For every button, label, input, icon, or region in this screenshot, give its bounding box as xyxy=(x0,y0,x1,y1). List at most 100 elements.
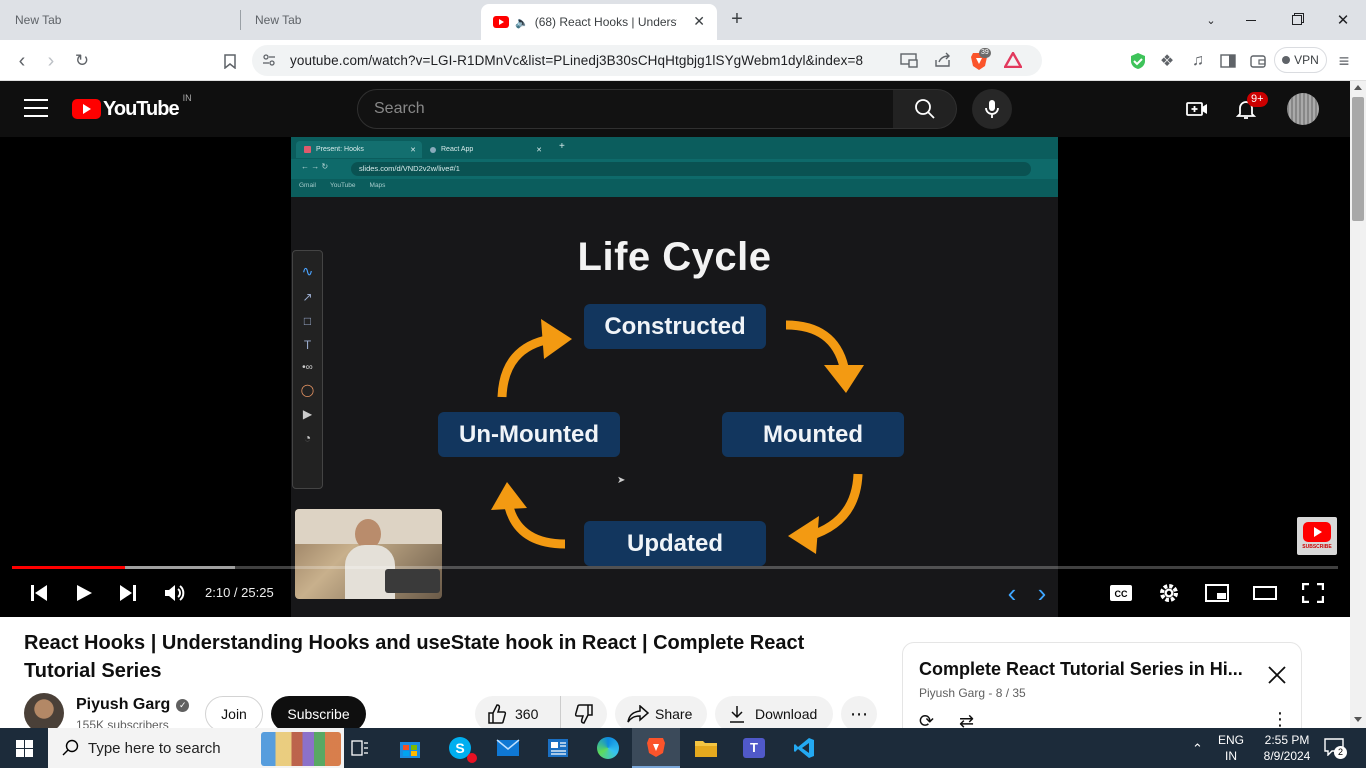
brave-app-icon-active[interactable] xyxy=(632,728,680,768)
cast-icon[interactable] xyxy=(900,52,918,68)
scroll-down-arrow-icon[interactable] xyxy=(1354,717,1362,722)
search-highlight-icon xyxy=(261,732,341,766)
recorded-browser-chrome: Present: Hooks ✕ React App ✕ + ← → ↻ sli… xyxy=(291,137,1058,197)
more-actions-button[interactable]: ⋯ xyxy=(841,696,877,732)
connector-tool-icon: •∞ xyxy=(302,362,313,373)
theater-mode-button[interactable] xyxy=(1250,579,1280,607)
recorded-nav-icons: ← → ↻ xyxy=(301,162,329,171)
show-hidden-icons[interactable]: ⌃ xyxy=(1192,741,1203,757)
news-app-icon[interactable] xyxy=(534,728,582,768)
arrow-to-constructed-icon xyxy=(497,319,572,398)
mail-app-icon[interactable] xyxy=(484,728,532,768)
address-bar[interactable]: youtube.com/watch?v=LGI-R1DMnVc&list=PLi… xyxy=(252,45,1042,76)
slide-title: Life Cycle xyxy=(577,235,772,279)
share-icon xyxy=(627,705,649,723)
mute-button[interactable] xyxy=(160,579,190,607)
edge-app-icon[interactable] xyxy=(584,728,632,768)
time-display: 2:10 / 25:25 xyxy=(205,585,274,600)
miniplayer-icon xyxy=(1205,584,1229,602)
play-icon xyxy=(77,585,92,601)
page-scrollbar[interactable] xyxy=(1350,81,1366,728)
next-button[interactable] xyxy=(113,579,143,607)
youtube-logo[interactable]: YouTube IN xyxy=(72,93,192,121)
miniplayer-button[interactable] xyxy=(1202,579,1232,607)
search-button[interactable] xyxy=(893,89,957,129)
share-button[interactable]: Share xyxy=(615,696,707,732)
sidebar-toggle-icon[interactable] xyxy=(1215,48,1241,74)
playlist-more-icon[interactable]: ⋮ xyxy=(1271,709,1289,730)
join-button[interactable]: Join xyxy=(205,696,263,732)
browser-tab-active[interactable]: 🔈 (68) React Hooks | Understa ✕ xyxy=(481,4,717,40)
speaker-icon[interactable]: 🔈 xyxy=(515,16,529,29)
playlist-title[interactable]: Complete React Tutorial Series in Hi... xyxy=(919,659,1243,680)
browser-tab[interactable]: New Tab xyxy=(240,0,480,40)
vscode-app-icon[interactable] xyxy=(780,728,828,768)
scrollbar-thumb[interactable] xyxy=(1352,97,1364,221)
play-button[interactable] xyxy=(69,579,99,607)
notifications-bell-icon[interactable]: 9+ xyxy=(1234,92,1268,121)
captions-button[interactable]: CC xyxy=(1106,579,1136,607)
scroll-up-arrow-icon[interactable] xyxy=(1354,85,1362,90)
taskbar-search-box[interactable]: Type here to search xyxy=(48,728,344,768)
close-window-button[interactable]: ✕ xyxy=(1320,0,1366,40)
minimize-button[interactable] xyxy=(1228,0,1274,40)
youtube-header: YouTube IN Search 9+ xyxy=(0,81,1350,137)
close-tab-icon[interactable]: ✕ xyxy=(693,13,705,30)
create-video-icon[interactable] xyxy=(1185,97,1209,121)
media-controls-icon[interactable]: ♫ xyxy=(1185,48,1211,74)
settings-button[interactable] xyxy=(1154,579,1184,607)
clock[interactable]: 2:55 PM 8/9/2024 xyxy=(1254,732,1320,764)
chapter-prev-icon[interactable]: ‹ xyxy=(997,578,1027,608)
chapter-next-icon[interactable]: › xyxy=(1027,578,1057,608)
skype-app-icon[interactable]: S xyxy=(436,728,484,768)
channel-name[interactable]: Piyush Garg ✓ xyxy=(76,696,190,714)
share-page-icon[interactable] xyxy=(934,52,952,68)
file-explorer-icon[interactable] xyxy=(682,728,730,768)
reload-icon[interactable]: ↻ xyxy=(69,48,95,74)
store-app-icon[interactable] xyxy=(386,728,434,768)
fullscreen-button[interactable] xyxy=(1298,579,1328,607)
video-player[interactable]: Present: Hooks ✕ React App ✕ + ← → ↻ sli… xyxy=(0,137,1350,617)
browser-menu-icon[interactable]: ≡ xyxy=(1331,48,1357,74)
youtube-logo-icon xyxy=(72,99,101,119)
back-icon[interactable]: ‹ xyxy=(9,48,35,74)
progress-bar[interactable] xyxy=(12,566,1338,569)
new-tab-button[interactable]: + xyxy=(726,8,748,30)
dislike-button[interactable] xyxy=(561,696,607,732)
adblock-shield-icon[interactable] xyxy=(1125,48,1151,74)
restore-button[interactable] xyxy=(1274,0,1320,40)
forward-icon[interactable]: › xyxy=(38,48,64,74)
start-button[interactable] xyxy=(0,728,48,768)
avatar[interactable] xyxy=(1287,93,1319,125)
subscribe-watermark-label: SUBSCRIBE xyxy=(1302,544,1332,550)
vpn-button[interactable]: VPN xyxy=(1274,47,1327,73)
language-indicator[interactable]: ENG IN xyxy=(1214,732,1248,764)
extensions-icon[interactable]: ❖ xyxy=(1154,48,1180,74)
voice-search-button[interactable] xyxy=(972,89,1012,129)
like-button[interactable]: 360 xyxy=(475,696,561,732)
brave-shields-icon[interactable]: 39 xyxy=(970,48,991,70)
text-tool-icon: T xyxy=(303,338,312,352)
stage-updated: Updated xyxy=(584,521,766,566)
teams-app-icon[interactable]: T xyxy=(730,728,778,768)
url-text: youtube.com/watch?v=LGI-R1DMnVc&list=PLi… xyxy=(290,53,864,68)
wallet-icon[interactable] xyxy=(1245,48,1271,74)
subscribe-watermark[interactable]: SUBSCRIBE xyxy=(1297,517,1337,555)
brave-rewards-icon[interactable] xyxy=(1002,50,1024,69)
subscribe-button[interactable]: Subscribe xyxy=(271,696,366,732)
hamburger-menu-icon[interactable] xyxy=(24,99,48,119)
channel-avatar[interactable] xyxy=(24,693,64,733)
stage-unmounted: Un-Mounted xyxy=(438,412,620,457)
bookmark-icon[interactable] xyxy=(217,48,243,74)
task-view-icon[interactable] xyxy=(336,728,384,768)
close-playlist-icon[interactable] xyxy=(1265,663,1289,687)
recorded-url: slides.com/d/VND2v2w/live#/1 xyxy=(359,164,460,173)
theater-icon xyxy=(1253,586,1277,600)
search-input[interactable]: Search xyxy=(357,89,894,129)
microphone-icon xyxy=(985,100,999,118)
download-button[interactable]: Download xyxy=(715,696,833,732)
site-info-icon[interactable] xyxy=(261,52,277,68)
action-center-icon[interactable]: 2 xyxy=(1324,738,1347,759)
previous-button[interactable] xyxy=(24,579,54,607)
browser-tab[interactable]: New Tab xyxy=(0,0,240,40)
